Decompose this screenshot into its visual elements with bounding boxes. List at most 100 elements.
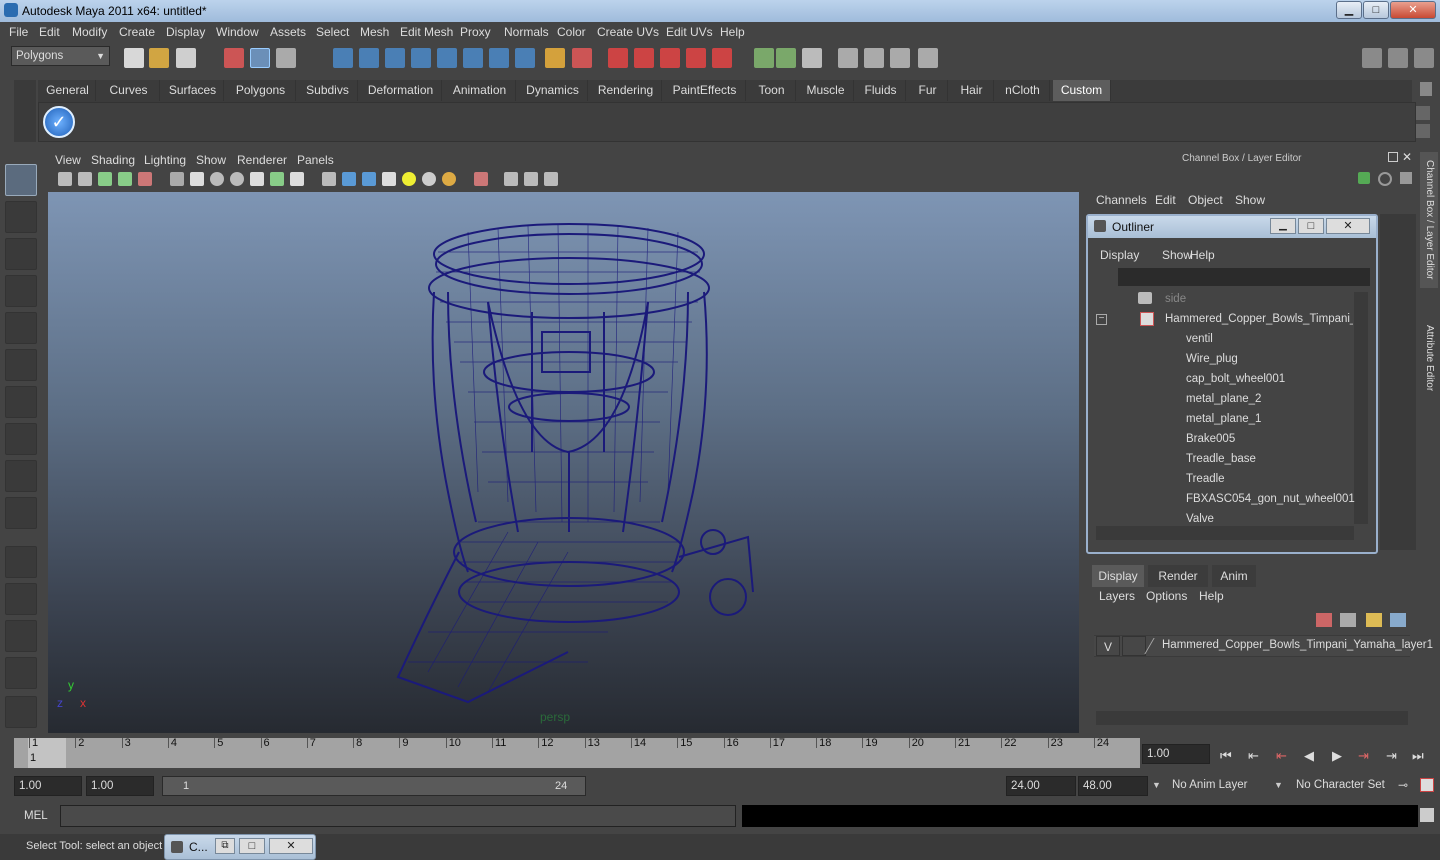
script-editor-icon[interactable] <box>1420 808 1434 822</box>
outliner-display-menu[interactable]: Display <box>1100 248 1139 262</box>
menu-display[interactable]: Display <box>166 25 205 39</box>
layout-graph-icon[interactable] <box>5 657 37 689</box>
paint-select-icon[interactable] <box>5 238 37 270</box>
tab-ncloth[interactable]: nCloth <box>996 80 1050 101</box>
panel-menu-panels[interactable]: Panels <box>297 153 334 167</box>
shelf-scroll-up-icon[interactable] <box>1416 106 1430 120</box>
outliner-toggle-icon[interactable] <box>838 48 858 68</box>
panel-float-icon[interactable] <box>1388 152 1398 162</box>
layout-single-icon[interactable] <box>1362 48 1382 68</box>
layer-options-menu[interactable]: Options <box>1146 589 1187 603</box>
play-forward-icon[interactable]: ▶ <box>1332 748 1342 764</box>
camera-attributes-icon[interactable] <box>78 172 92 186</box>
bookmark-icon[interactable] <box>98 172 112 186</box>
select-object-icon[interactable] <box>250 48 270 68</box>
panel-menu-lighting[interactable]: Lighting <box>144 153 186 167</box>
panel-menu-renderer[interactable]: Renderer <box>237 153 287 167</box>
dope-toggle-icon[interactable] <box>890 48 910 68</box>
anim-layer-select[interactable]: No Anim Layer <box>1168 776 1270 796</box>
layers-menu[interactable]: Layers <box>1099 589 1135 603</box>
outliner-item[interactable]: Treadle <box>1186 473 1225 485</box>
checkmark-icon[interactable]: ✓ <box>43 106 75 138</box>
save-scene-icon[interactable] <box>176 48 196 68</box>
outliner-help-menu[interactable]: Help <box>1190 248 1215 262</box>
menu-edit-mesh[interactable]: Edit Mesh <box>400 25 453 39</box>
construction-icon[interactable] <box>489 48 509 68</box>
tab-general[interactable]: General <box>40 80 96 101</box>
panel-menu-view[interactable]: View <box>55 153 81 167</box>
restore-window-button[interactable]: ⧉ <box>215 838 235 854</box>
menu-modify[interactable]: Modify <box>72 25 107 39</box>
step-back-key-icon[interactable]: ⇤ <box>1248 748 1259 764</box>
snap-live-icon[interactable] <box>437 48 457 68</box>
playback-end-field[interactable]: 24.00 <box>1006 776 1076 796</box>
menu-help[interactable]: Help <box>720 25 745 39</box>
panel-menu-shading[interactable]: Shading <box>91 153 135 167</box>
outliner-item[interactable]: Hammered_Copper_Bowls_Timpani_Yar <box>1165 313 1353 325</box>
layer-row[interactable]: V Hammered_Copper_Bowls_Timpani_Yamaha_l… <box>1094 635 1433 657</box>
new-scene-icon[interactable] <box>124 48 144 68</box>
soft-mod-icon[interactable] <box>5 423 37 455</box>
go-to-start-icon[interactable]: ⏮ <box>1220 748 1232 764</box>
maximize-button[interactable]: □ <box>1363 1 1389 19</box>
layer-scrollbar-h[interactable] <box>1096 711 1408 725</box>
layout-settings-icon[interactable] <box>1388 48 1408 68</box>
outliner-show-menu[interactable]: Show <box>1162 248 1192 262</box>
render-settings-icon[interactable] <box>660 48 680 68</box>
last-tool-icon[interactable] <box>5 460 37 492</box>
go-to-end-icon[interactable]: ⏭ <box>1412 748 1424 764</box>
render-frame-icon[interactable] <box>608 48 628 68</box>
minimized-window[interactable]: C... ⧉ □ ✕ <box>164 834 316 860</box>
start-time-field[interactable]: 1.00 <box>14 776 82 796</box>
tab-fur[interactable]: Fur <box>908 80 948 101</box>
outliner-minimize-button[interactable]: ▁ <box>1270 218 1296 234</box>
current-time-field[interactable]: 1.00 <box>1142 744 1210 764</box>
outliner-filter-input[interactable] <box>1118 268 1370 286</box>
layer-visibility-toggle[interactable]: V <box>1096 636 1120 656</box>
auto-key-icon[interactable]: ⊸ <box>1398 778 1408 792</box>
isolate-select-icon[interactable] <box>474 172 488 186</box>
shadows-icon[interactable] <box>442 172 456 186</box>
move-layer-down-icon[interactable] <box>1340 613 1356 627</box>
close-window-button[interactable]: ✕ <box>269 838 313 854</box>
shelf-scroll-down-icon[interactable] <box>1416 124 1430 138</box>
tab-dynamics[interactable]: Dynamics <box>518 80 588 101</box>
snap-point-icon[interactable] <box>385 48 405 68</box>
trash-icon[interactable] <box>1420 82 1432 96</box>
tab-animation[interactable]: Animation <box>444 80 516 101</box>
channel-edit-menu[interactable]: Edit <box>1155 193 1176 207</box>
all-lights-icon[interactable] <box>422 172 436 186</box>
tab-hair[interactable]: Hair <box>950 80 994 101</box>
side-tab-channel-box[interactable]: Channel Box / Layer Editor <box>1420 152 1438 288</box>
step-forward-frame-icon[interactable]: ⇥ <box>1358 748 1369 764</box>
layout-outliner-icon[interactable] <box>5 620 37 652</box>
grid-icon[interactable] <box>170 172 184 186</box>
snap-grid-icon[interactable] <box>333 48 353 68</box>
hud-icon[interactable] <box>544 172 558 186</box>
outliner-item[interactable]: Brake005 <box>1186 433 1235 445</box>
snap-plane-icon[interactable] <box>411 48 431 68</box>
layer-help-menu[interactable]: Help <box>1199 589 1224 603</box>
select-tool-icon[interactable] <box>5 164 37 196</box>
tab-custom[interactable]: Custom <box>1053 80 1111 101</box>
layer-tab-anim[interactable]: Anim <box>1212 565 1256 587</box>
scale-tool-icon[interactable] <box>5 349 37 381</box>
step-back-frame-icon[interactable]: ⇤ <box>1276 748 1287 764</box>
channel-pick-icon[interactable] <box>1400 172 1412 184</box>
film-gate-icon[interactable] <box>190 172 204 186</box>
xray-joints-icon[interactable] <box>524 172 538 186</box>
menu-edit-uvs[interactable]: Edit UVs <box>666 25 713 39</box>
select-hierarchy-icon[interactable] <box>224 48 244 68</box>
channel-key-icon[interactable] <box>1358 172 1370 184</box>
resolution-gate-icon[interactable] <box>210 172 224 186</box>
perspective-viewport[interactable]: y x z persp <box>48 192 1079 733</box>
snap-curve-icon[interactable] <box>359 48 379 68</box>
channel-object-menu[interactable]: Object <box>1188 193 1223 207</box>
shelf-handle[interactable] <box>14 80 36 142</box>
rotate-tool-icon[interactable] <box>5 312 37 344</box>
layer-type-toggle[interactable] <box>1122 636 1146 656</box>
tab-curves[interactable]: Curves <box>98 80 160 101</box>
outliner-close-button[interactable]: ✕ <box>1326 218 1370 234</box>
mode-select[interactable]: Polygons ▼ <box>11 46 110 66</box>
channel-slider-icon[interactable] <box>1378 172 1392 186</box>
